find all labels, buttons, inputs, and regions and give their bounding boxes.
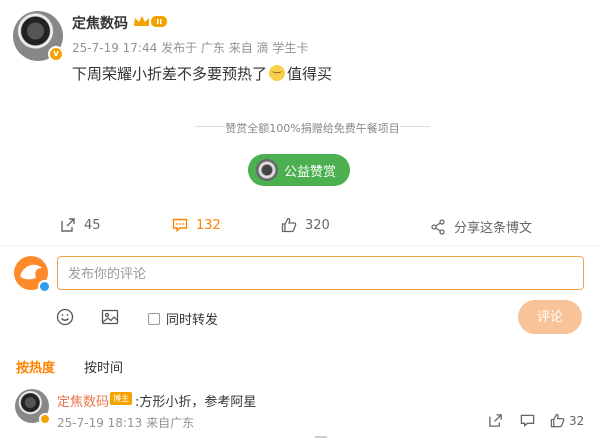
- emoji-icon[interactable]: [56, 308, 74, 326]
- comment-button[interactable]: 132: [172, 217, 221, 233]
- like-icon: [281, 217, 297, 233]
- share-button[interactable]: 分享这条博文: [430, 217, 532, 236]
- comment-author-avatar[interactable]: [15, 389, 51, 425]
- share-label: 分享这条博文: [454, 221, 533, 236]
- submit-comment-button[interactable]: 评论: [518, 300, 582, 334]
- donate-avatar: [256, 159, 278, 181]
- share-icon: [431, 218, 445, 235]
- comment-like-count: 32: [569, 414, 585, 428]
- doge-emoji-icon: [269, 63, 286, 81]
- image-icon[interactable]: [101, 308, 119, 326]
- post-text-tail: 值得买: [287, 65, 333, 83]
- like-count: 320: [305, 217, 330, 233]
- repost-count: 45: [84, 217, 101, 233]
- post-text: 下周荣耀小折差不多要预热了 值得买: [72, 63, 332, 84]
- donate-button[interactable]: 公益赞赏: [248, 154, 350, 186]
- comment-reply-icon[interactable]: [520, 413, 535, 428]
- donation-text: 赞赏全额100%捐赠给免费午餐项目: [225, 122, 400, 135]
- author-name[interactable]: 定焦数码: [72, 13, 128, 33]
- post-source: 来自 滴 学生卡: [228, 41, 309, 55]
- post-text-main: 下周荣耀小折差不多要预热了: [72, 65, 268, 83]
- post-date[interactable]: 25-7-19 17:44: [72, 41, 157, 55]
- comment-source: 来自广东: [146, 416, 195, 430]
- forward-checkbox[interactable]: [148, 312, 160, 325]
- sort-by-time-tab[interactable]: 按时间: [84, 357, 123, 376]
- forward-option[interactable]: 同时转发: [148, 309, 218, 328]
- comment-repost-icon[interactable]: [488, 413, 503, 428]
- more-replies-indicator: [315, 436, 327, 438]
- donate-button-label: 公益赞赏: [284, 164, 337, 180]
- post-location: 发布于 广东: [161, 41, 225, 55]
- post-meta: 25-7-19 17:44 发布于 广东 来自 滴 学生卡: [72, 39, 308, 56]
- repost-button[interactable]: 45: [60, 217, 101, 233]
- verified-check-icon: [38, 280, 51, 293]
- comment-date: 25-7-19 18:13: [57, 416, 143, 430]
- blogger-tag: 博主: [110, 392, 132, 405]
- verified-badge: v: [48, 46, 64, 62]
- comment-meta: 25-7-19 18:13 来自广东: [57, 414, 194, 431]
- like-button[interactable]: 320: [281, 217, 330, 233]
- author-avatar[interactable]: v: [13, 11, 64, 62]
- section-divider: [0, 245, 600, 246]
- comment-count: 132: [196, 217, 221, 233]
- comment-like-icon[interactable]: [550, 413, 565, 428]
- comment-input[interactable]: [57, 256, 584, 290]
- comment-icon: [172, 218, 188, 232]
- comment-text: :方形小折，参考阿星: [135, 395, 257, 410]
- forward-label: 同时转发: [166, 313, 219, 328]
- comment-author-name[interactable]: 定焦数码: [57, 391, 109, 410]
- current-user-avatar[interactable]: [14, 256, 51, 293]
- sort-by-hot-tab[interactable]: 按热度: [16, 357, 55, 376]
- comment-verified-badge: [39, 413, 51, 425]
- repost-icon: [61, 218, 75, 232]
- crown-icon[interactable]: [132, 14, 168, 29]
